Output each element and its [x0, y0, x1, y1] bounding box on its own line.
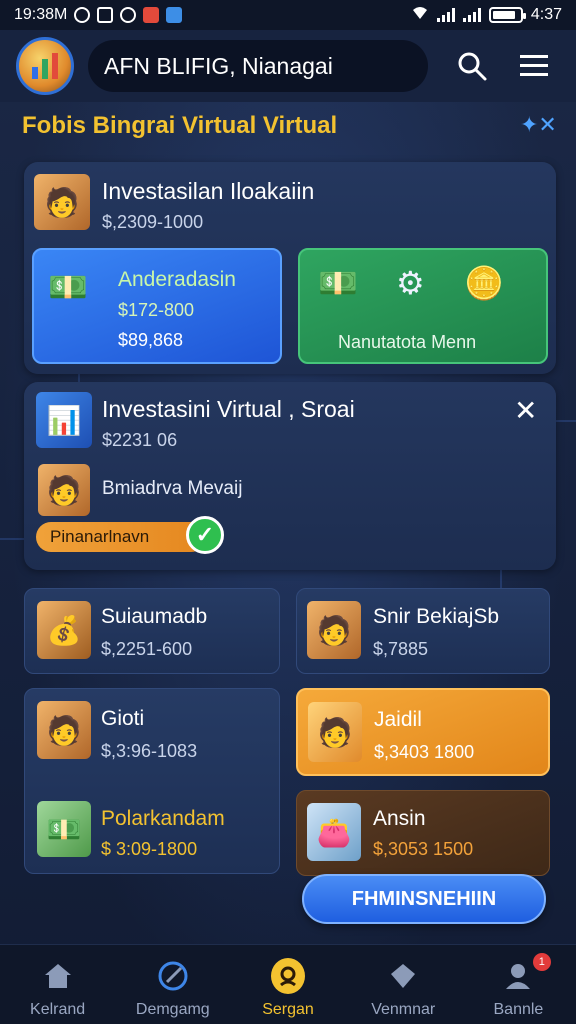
nav-label: Bannle: [493, 1001, 544, 1018]
cash-stack-icon: 💵: [318, 265, 358, 301]
grid-title: Suiaumadb: [101, 605, 208, 628]
hamburger-icon: [520, 55, 548, 76]
search-button[interactable]: [452, 46, 492, 86]
message-icon: [97, 7, 114, 23]
status-bar: 19:38M 4:37: [0, 0, 576, 30]
home-icon: [41, 959, 75, 993]
grid-title: Gioti: [101, 707, 145, 730]
wallet-icon: 👛: [307, 803, 361, 861]
app-title[interactable]: AFN BLIFIG, Nianagai: [88, 40, 428, 92]
nav-item-dashboard[interactable]: Demgamg: [115, 945, 230, 1024]
avatar: 🧑: [38, 464, 90, 516]
grid-value: $,2251-600: [101, 639, 193, 659]
avatar: 🧑: [34, 174, 90, 230]
card-title: Investasini Virtual , Sroai: [102, 396, 355, 422]
row-label: Bmiadrva Mevaij: [102, 478, 243, 499]
grid-title: Polarkandam: [101, 807, 225, 830]
card-subtitle: $,2309-1000: [102, 212, 204, 232]
cash-icon: 💵: [48, 269, 88, 305]
cash-icon: 💵: [37, 801, 91, 857]
compass-icon: [156, 959, 190, 993]
check-icon: ✓: [186, 516, 224, 554]
nav-item-home[interactable]: Kelrand: [0, 945, 115, 1024]
nav-label: Venmnar: [371, 1001, 436, 1018]
app-header: AFN BLIFIG, Nianagai: [0, 30, 576, 102]
grid-card[interactable]: 🧑 Snir BekiajSb $,7885: [296, 588, 550, 674]
wifi-icon: [411, 5, 429, 26]
nav-item-map[interactable]: Venmnar: [346, 945, 461, 1024]
gear-coin-icon: ⚙: [396, 265, 425, 301]
tile-line2: $89,868: [118, 330, 184, 350]
tile-title: Anderadasin: [118, 268, 236, 291]
profile-icon: [271, 958, 305, 994]
grid-title: Snir BekiajSb: [373, 605, 500, 628]
investment-card[interactable]: 🧑 Investasilan Iloakaiin $,2309-1000 💵 A…: [24, 162, 556, 374]
chart-notification-icon: [166, 7, 183, 23]
nav-item-profile[interactable]: 1 Bannle: [461, 945, 576, 1024]
money-bag-icon: 💰: [37, 601, 91, 659]
search-icon: [458, 52, 487, 81]
card-title: Investasilan Iloakaiin: [102, 178, 315, 204]
grid-value: $,3:96-1083: [101, 741, 198, 761]
notification-badge: 1: [532, 953, 551, 971]
bottom-nav: Kelrand Demgamg Sergan Venmnar 1 Bannle: [0, 944, 576, 1024]
status-clock: 4:37: [530, 6, 562, 23]
avatar: 🧑: [37, 701, 91, 759]
close-icon[interactable]: ✕: [514, 394, 537, 427]
tile-line1: $172-800: [118, 300, 195, 320]
clock-icon: [120, 7, 137, 23]
signal-icon: [436, 8, 455, 22]
nav-label: Kelrand: [30, 1001, 86, 1018]
grid-value: $,3053 1500: [373, 839, 474, 859]
grid-card-highlight[interactable]: 🧑 Jaidil $,3403 1800: [296, 688, 550, 776]
green-tile[interactable]: 💵 ⚙ 🪙 Nanutatota Menn: [298, 248, 548, 364]
user-icon: [501, 959, 535, 993]
card-subtitle: $2231 06: [102, 430, 178, 450]
nav-item-active[interactable]: Sergan: [230, 945, 345, 1024]
notification-icon: [74, 7, 91, 23]
grid-card[interactable]: 💰 Suiaumadb $,2251-600: [24, 588, 280, 674]
primary-cta-button[interactable]: FHMINSNEHIIN: [302, 874, 546, 924]
grid-value: $,7885: [373, 639, 429, 659]
chart-icon: [32, 53, 58, 79]
grid-title: Ansin: [373, 807, 426, 830]
battery-icon: [488, 7, 526, 23]
section-title: Fobis Bingrai Virtual Virtual: [22, 112, 338, 139]
nav-label: Demgamg: [135, 1001, 210, 1018]
grid-card[interactable]: 👛 Ansin $,3053 1500: [296, 790, 550, 876]
tile-caption: Nanutatota Menn: [338, 332, 477, 352]
app-logo[interactable]: [16, 37, 74, 95]
sparkle-icon[interactable]: ✦✕: [520, 112, 557, 138]
grid-title: Jaidil: [374, 708, 422, 731]
card-icon: 📊: [36, 392, 92, 448]
signal-icon-2: [462, 8, 481, 22]
menu-button[interactable]: [514, 46, 554, 86]
app-notification-icon: [143, 7, 160, 23]
blue-tile[interactable]: 💵 Anderadasin $172-800 $89,868: [32, 248, 282, 364]
status-pill[interactable]: Pinanarlnavn: [36, 522, 206, 552]
nav-label: Sergan: [262, 1001, 314, 1018]
grid-value: $,3403 1800: [374, 742, 475, 762]
avatar: 🧑: [307, 601, 361, 659]
coins-icon: 🪙: [464, 265, 504, 301]
gem-icon: [386, 959, 420, 993]
status-time: 19:38M: [14, 6, 68, 23]
grid-value: $ 3:09-1800: [101, 839, 198, 859]
avatar: 🧑: [308, 702, 362, 762]
grid-card-tall[interactable]: 🧑 Gioti $,3:96-1083 💵 Polarkandam $ 3:09…: [24, 688, 280, 874]
